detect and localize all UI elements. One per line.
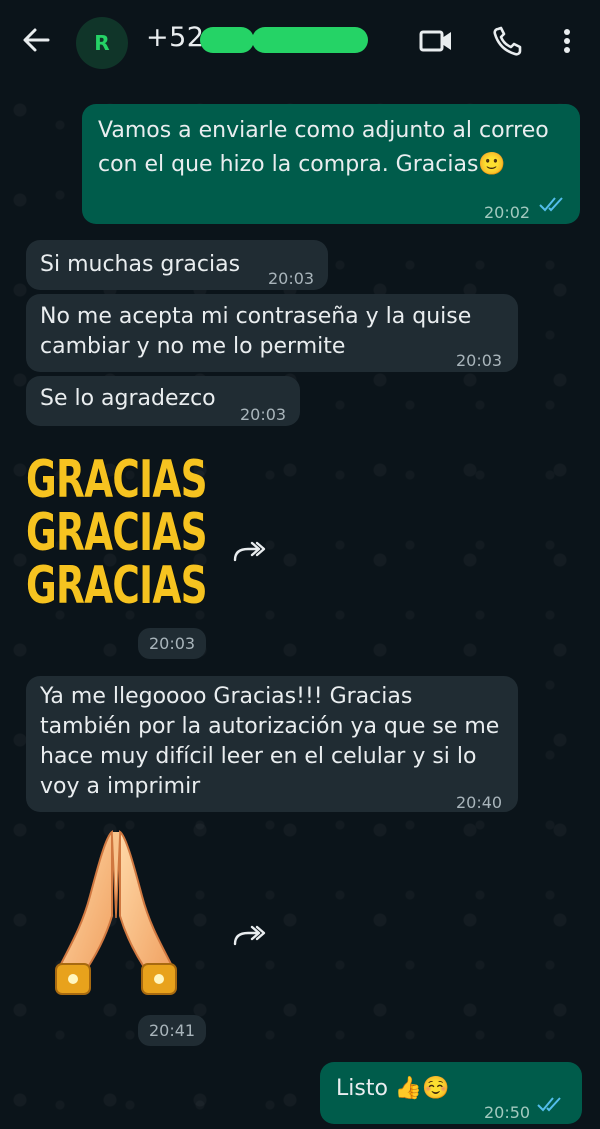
arrow-left-icon[interactable]	[18, 22, 54, 58]
message-text: Ya me llegoooo Gracias!!! Gracias tambié…	[40, 684, 507, 799]
message-time: 20:41	[138, 1015, 207, 1046]
redacted-number	[200, 27, 254, 53]
message-text: Se lo agradezco	[40, 386, 216, 411]
more-vertical-icon[interactable]	[552, 24, 582, 58]
redacted-number	[252, 27, 368, 53]
sticker-text: GRACIAS	[26, 556, 208, 616]
forward-icon[interactable]	[232, 540, 266, 564]
message-bubble-incoming[interactable]: No me acepta mi contraseña y la quise ca…	[26, 294, 518, 372]
avatar[interactable]: R	[76, 17, 128, 69]
message-time: 20:03	[138, 628, 207, 659]
message-time: 20:40	[456, 793, 503, 812]
message-time: 20:03	[456, 351, 503, 370]
message-bubble-incoming[interactable]: Ya me llegoooo Gracias!!! Gracias tambié…	[26, 676, 518, 812]
chat-header: R +52	[0, 0, 600, 82]
message-time: 20:03	[268, 269, 315, 288]
message-text: Vamos a enviarle como adjunto al correo …	[98, 118, 556, 177]
message-text: Listo 👍☺️	[336, 1076, 450, 1101]
message-text: Si muchas gracias	[40, 252, 241, 277]
phone-icon[interactable]	[490, 24, 526, 58]
forward-icon[interactable]	[232, 924, 266, 948]
sticker-text: GRACIAS	[26, 450, 208, 510]
message-text: No me acepta mi contraseña y la quise ca…	[40, 304, 479, 359]
message-bubble-incoming[interactable]: Se lo agradezco 20:03	[26, 376, 300, 426]
message-time: 20:50	[484, 1103, 531, 1122]
contact-name[interactable]: +52	[146, 22, 204, 53]
avatar-letter: R	[94, 31, 110, 55]
read-ticks-icon	[536, 1094, 564, 1124]
read-ticks-icon	[538, 194, 566, 224]
message-bubble-outgoing[interactable]: Vamos a enviarle como adjunto al correo …	[82, 104, 580, 224]
praying-hands-icon[interactable]	[46, 826, 186, 1008]
message-bubble-incoming[interactable]: Si muchas gracias 20:03	[26, 240, 328, 290]
sticker-text: GRACIAS	[26, 503, 208, 563]
message-time: 20:03	[240, 405, 287, 424]
message-time: 20:02	[484, 203, 531, 222]
video-camera-icon[interactable]	[418, 24, 454, 58]
message-bubble-outgoing[interactable]: Listo 👍☺️ 20:50	[320, 1062, 582, 1124]
